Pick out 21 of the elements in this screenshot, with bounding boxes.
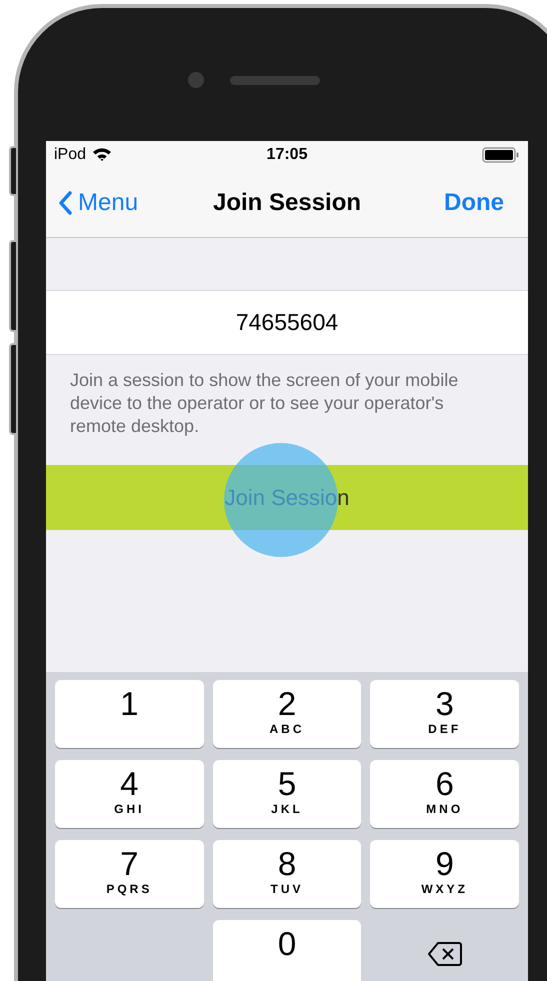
clock-time: 17:05 — [266, 144, 308, 164]
keypad-key[interactable]: 3 DEF — [370, 680, 519, 748]
keypad-key[interactable]: 6 MNO — [370, 760, 519, 828]
battery-icon — [482, 146, 520, 162]
description-text: Join a session to show the screen of your mobile device to the operator or to see your operator's remote desktop. — [69, 369, 460, 438]
carrier-name: iPod — [54, 144, 86, 164]
wifi-icon — [92, 147, 112, 162]
done-button[interactable]: Done — [444, 184, 516, 220]
keypad-key[interactable]: 0 — [212, 920, 362, 981]
keypad-key[interactable]: 8 TUV — [212, 840, 362, 908]
keypad-key[interactable]: 1 — [55, 680, 204, 748]
keypad-key[interactable]: 5 JKL — [212, 760, 362, 828]
backspace-icon — [426, 941, 463, 967]
back-button[interactable]: Menu — [58, 184, 138, 220]
session-code-field[interactable]: 74655604 — [46, 290, 528, 355]
screen-title: Join Session — [212, 188, 362, 218]
chevron-left-icon — [58, 190, 72, 214]
keypad-key[interactable]: 7 PQRS — [55, 840, 204, 908]
keypad-key[interactable]: 9 WXYZ — [370, 840, 519, 908]
keypad-key[interactable]: 4 GHI — [55, 760, 204, 828]
keypad-key[interactable]: 2 ABC — [212, 680, 362, 748]
